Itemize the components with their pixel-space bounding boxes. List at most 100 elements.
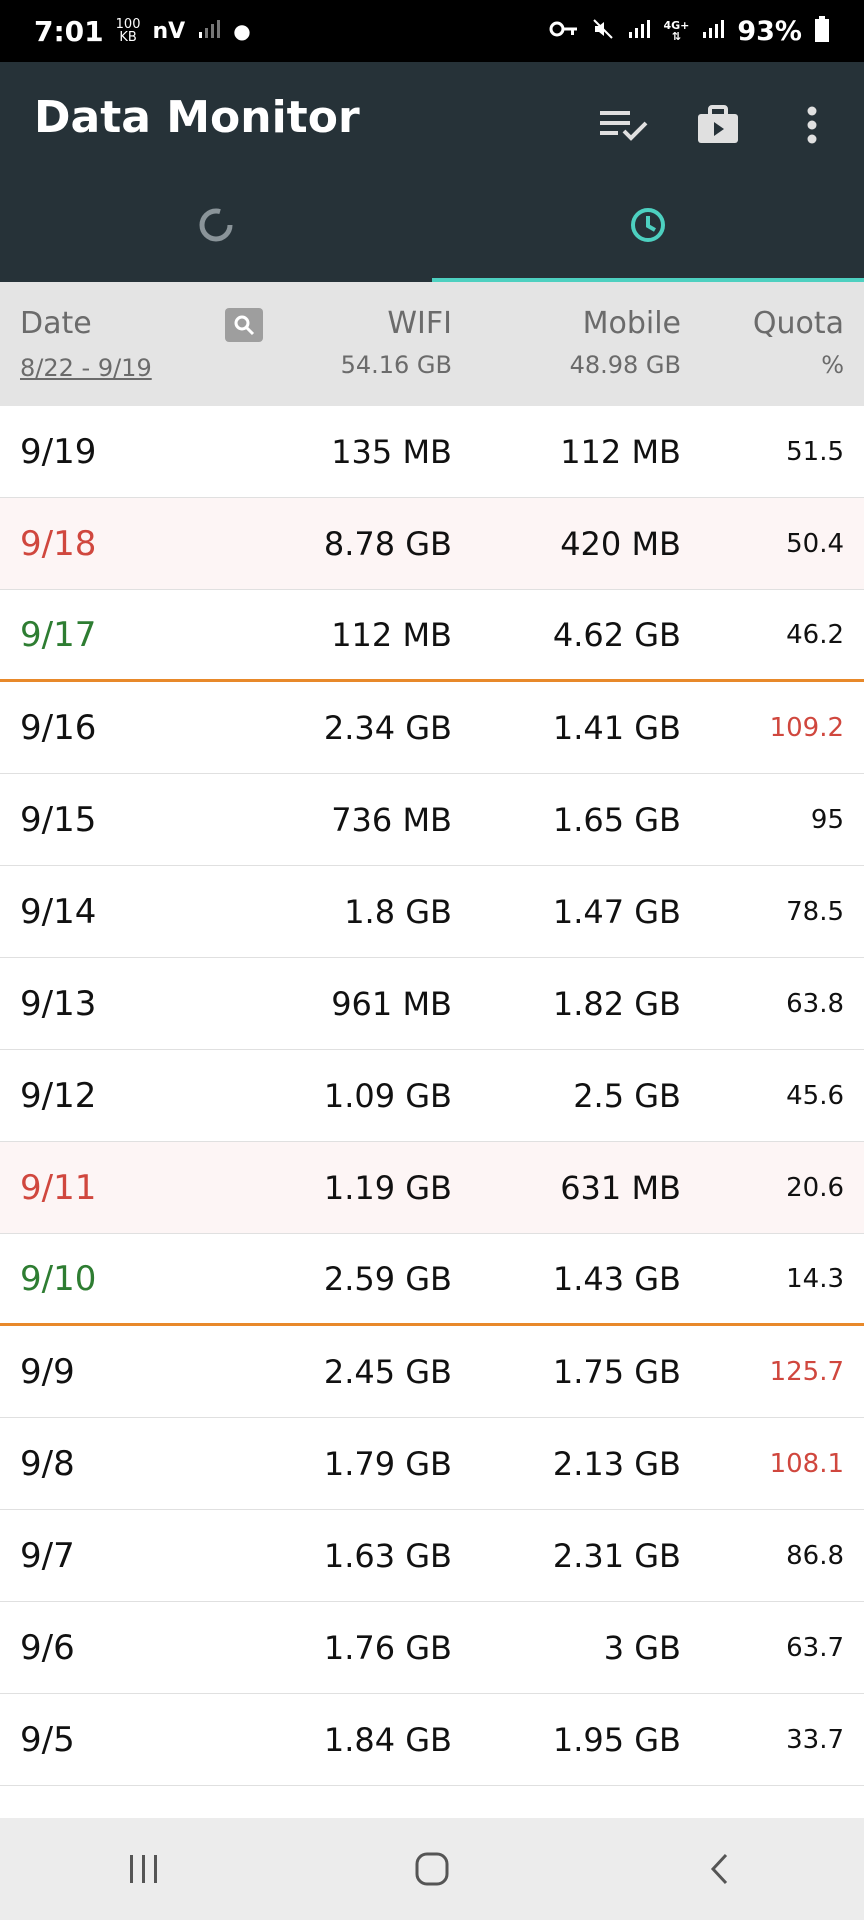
row-date: 9/13: [20, 983, 97, 1024]
row-wifi: 1.84 GB: [323, 1720, 452, 1759]
quota-column-header: Quota %: [752, 306, 844, 379]
recent-apps-button[interactable]: [99, 1834, 189, 1904]
column-header: Date 8/22 - 9/19 WIFI 54.16 GB Mobile 48…: [0, 282, 864, 406]
row-quota: 108.1: [769, 1448, 844, 1479]
table-row[interactable]: 9/9 2.45 GB 1.75 GB 125.7: [0, 1326, 864, 1418]
row-mobile: 1.41 GB: [552, 708, 681, 747]
table-row[interactable]: 9/17 112 MB 4.62 GB 46.2: [0, 590, 864, 682]
app-title: Data Monitor: [34, 92, 360, 143]
row-quota: 46.2: [786, 619, 844, 650]
carrier-text: nV: [152, 18, 186, 44]
tab-history[interactable]: [432, 172, 864, 282]
row-quota: 20.6: [786, 1172, 844, 1203]
battery-icon: [814, 16, 830, 46]
clock-icon: [628, 205, 668, 249]
search-icon[interactable]: [225, 308, 263, 342]
back-button[interactable]: [675, 1834, 765, 1904]
signal-icon: [627, 18, 651, 44]
wifi-column-header: WIFI 54.16 GB: [340, 306, 452, 379]
row-date: 9/15: [20, 799, 97, 840]
table-row[interactable]: 9/12 1.09 GB 2.5 GB 45.6: [0, 1050, 864, 1142]
mute-icon: [591, 17, 615, 45]
table-row[interactable]: 9/5 1.84 GB 1.95 GB 33.7: [0, 1694, 864, 1786]
row-mobile: 420 MB: [560, 524, 681, 563]
more-vert-icon[interactable]: [780, 97, 844, 153]
table-row[interactable]: 9/11 1.19 GB 631 MB 20.6: [0, 1142, 864, 1234]
circle-progress-icon: [196, 205, 236, 249]
row-mobile: 631 MB: [560, 1168, 681, 1207]
row-quota: 50.4: [786, 528, 844, 559]
row-wifi: 2.59 GB: [323, 1259, 452, 1298]
row-mobile: 1.43 GB: [552, 1259, 681, 1298]
row-date: 9/9: [20, 1351, 75, 1392]
row-quota: 45.6: [786, 1080, 844, 1111]
row-quota: 109.2: [769, 712, 844, 743]
tab-realtime[interactable]: [0, 172, 432, 282]
row-mobile: 1.47 GB: [552, 892, 681, 931]
row-date: 9/10: [20, 1258, 97, 1299]
table-row[interactable]: 9/15 736 MB 1.65 GB 95: [0, 774, 864, 866]
checklist-icon[interactable]: [592, 97, 656, 153]
row-wifi: 1.79 GB: [323, 1444, 452, 1483]
table-row[interactable]: 9/10 2.59 GB 1.43 GB 14.3: [0, 1234, 864, 1326]
notification-dot-icon: ●: [233, 19, 251, 43]
row-mobile: 1.75 GB: [552, 1352, 681, 1391]
row-mobile: 2.5 GB: [573, 1076, 681, 1115]
row-wifi: 961 MB: [331, 984, 452, 1023]
row-date: 9/12: [20, 1075, 97, 1116]
table-row[interactable]: 9/13 961 MB 1.82 GB 63.8: [0, 958, 864, 1050]
row-mobile: 2.31 GB: [552, 1536, 681, 1575]
network-speed: 100 KB: [115, 17, 141, 45]
row-date: 9/7: [20, 1535, 75, 1576]
row-date: 9/17: [20, 614, 97, 655]
row-mobile: 3 GB: [603, 1628, 681, 1667]
wifi-total: 54.16 GB: [340, 351, 452, 379]
row-quota: 125.7: [769, 1356, 844, 1387]
row-quota: 95: [810, 804, 844, 835]
row-quota: 33.7: [786, 1724, 844, 1755]
row-mobile: 4.62 GB: [552, 615, 681, 654]
row-wifi: 1.63 GB: [323, 1536, 452, 1575]
row-mobile: 112 MB: [560, 432, 681, 471]
table-row[interactable]: 9/16 2.34 GB 1.41 GB 109.2: [0, 682, 864, 774]
briefcase-icon[interactable]: [686, 97, 750, 153]
mobile-column-header: Mobile 48.98 GB: [569, 306, 681, 379]
clock: 7:01: [34, 14, 104, 48]
table-row[interactable]: 9/14 1.8 GB 1.47 GB 78.5: [0, 866, 864, 958]
row-quota: 86.8: [786, 1540, 844, 1571]
row-wifi: 1.19 GB: [323, 1168, 452, 1207]
usage-list: 9/19 135 MB 112 MB 51.5 9/18 8.78 GB 420…: [0, 406, 864, 1786]
table-row[interactable]: 9/19 135 MB 112 MB 51.5: [0, 406, 864, 498]
table-row[interactable]: 9/18 8.78 GB 420 MB 50.4: [0, 498, 864, 590]
row-quota: 63.7: [786, 1632, 844, 1663]
vpn-key-icon: [549, 19, 579, 43]
row-wifi: 2.45 GB: [323, 1352, 452, 1391]
row-wifi: 1.8 GB: [344, 892, 452, 931]
status-bar: 7:01 100 KB nV ● 4G+ ⇅ 93%: [0, 0, 864, 62]
row-date: 9/6: [20, 1627, 75, 1668]
table-row[interactable]: 9/8 1.79 GB 2.13 GB 108.1: [0, 1418, 864, 1510]
row-wifi: 736 MB: [331, 800, 452, 839]
signal-icon-2: [701, 18, 725, 44]
row-quota: 78.5: [786, 896, 844, 927]
row-wifi: 1.09 GB: [323, 1076, 452, 1115]
signal-weak-icon: [197, 18, 221, 44]
date-range-link[interactable]: 8/22 - 9/19: [20, 354, 152, 382]
row-quota: 63.8: [786, 988, 844, 1019]
row-mobile: 1.82 GB: [552, 984, 681, 1023]
row-mobile: 1.95 GB: [552, 1720, 681, 1759]
table-row[interactable]: 9/6 1.76 GB 3 GB 63.7: [0, 1602, 864, 1694]
mobile-total: 48.98 GB: [569, 351, 681, 379]
row-date: 9/8: [20, 1443, 75, 1484]
row-date: 9/19: [20, 431, 97, 472]
table-row[interactable]: 9/7 1.63 GB 2.31 GB 86.8: [0, 1510, 864, 1602]
row-wifi: 8.78 GB: [323, 524, 452, 563]
row-date: 9/5: [20, 1719, 75, 1760]
row-wifi: 135 MB: [331, 432, 452, 471]
row-wifi: 1.76 GB: [323, 1628, 452, 1667]
row-mobile: 1.65 GB: [552, 800, 681, 839]
home-button[interactable]: [387, 1834, 477, 1904]
date-column-label: Date: [20, 306, 92, 341]
row-quota: 14.3: [786, 1263, 844, 1294]
lte-icon: 4G+ ⇅: [663, 19, 690, 43]
